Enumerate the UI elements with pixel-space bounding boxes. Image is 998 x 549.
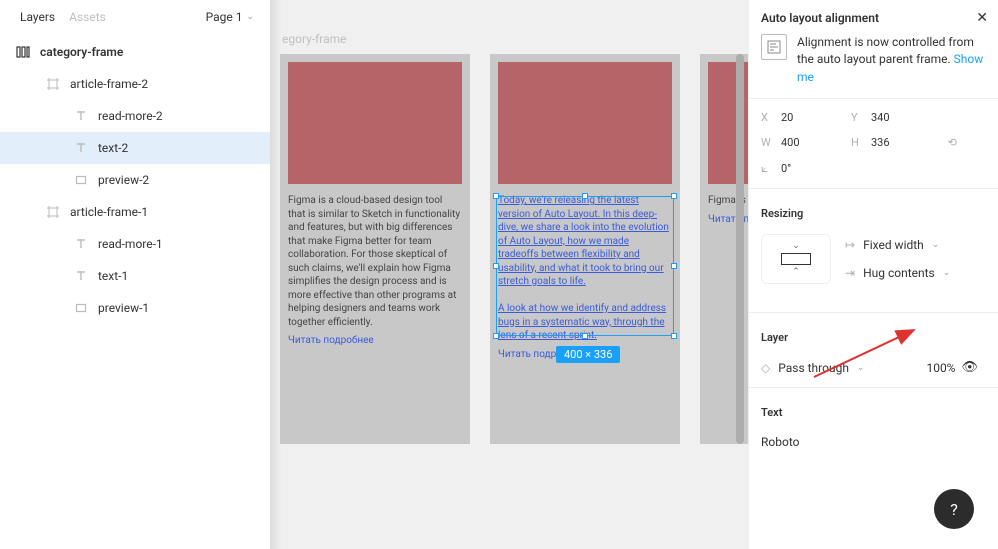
position-size-grid: X 20 Y 340 W 400 H 336 ⟲ ⟀ 0° [761,111,998,176]
eye-icon[interactable]: 👁 [961,360,978,375]
layer-item-text-1[interactable]: text-1 [0,260,270,292]
horizontal-resize-icon: ↦ [845,238,855,252]
text-1[interactable]: Figma is a cloud-based design tool that … [288,194,462,329]
layer-item-article-frame-1[interactable]: article-frame-1 [0,196,270,228]
panel-title: Auto layout alignment [761,11,879,25]
resizing-section-title: Resizing [761,207,998,220]
h-value[interactable]: 336 [871,136,941,149]
layer-item-label: preview-2 [98,173,149,187]
h-label: H [851,136,871,149]
chevron-up-icon: ⌃ [792,267,800,277]
chevron-down-icon: ⌄ [246,12,254,22]
layer-section-title: Layer [761,331,998,344]
layer-root[interactable]: category-frame [0,36,270,68]
article-frame-2[interactable]: Today, we're releasing the latest versio… [490,54,680,444]
height-mode-select[interactable]: ⇥ Hug contents ⌄ [845,266,950,280]
chevron-down-icon: ⌄ [857,363,865,373]
article-frame-1[interactable]: Figma is a cloud-based design tool that … [280,54,470,444]
rotation-value[interactable]: 0° [781,162,851,175]
layer-item-article-frame-2[interactable]: article-frame-2 [0,68,270,100]
layer-item-label: read-more-2 [98,109,163,123]
dimension-badge: 400 × 336 [556,346,620,363]
close-icon[interactable]: ✕ [976,10,988,26]
blend-mode-label: Pass through [778,361,849,375]
layout-icon [16,45,30,59]
w-label: W [761,136,781,149]
y-label: Y [851,111,871,124]
text-icon [74,269,88,283]
font-family-select[interactable]: Roboto [761,435,998,449]
canvas[interactable]: egory-frame Figma is a cloud-based desig… [270,0,748,549]
layer-item-label: article-frame-1 [70,205,148,219]
layer-item-read-more-1[interactable]: read-more-1 [0,228,270,260]
rect-icon [74,301,88,315]
preview-1[interactable] [288,62,462,184]
help-button[interactable]: ? [934,489,974,529]
text-icon [74,141,88,155]
scrollbar-thumb[interactable] [736,54,744,444]
chevron-down-icon: ⌄ [943,268,951,278]
layer-item-label: preview-1 [98,301,149,315]
layer-item-label: read-more-1 [98,237,163,251]
width-mode-label: Fixed width [863,238,924,252]
layer-item-preview-1[interactable]: preview-1 [0,292,270,324]
layer-item-label: text-1 [98,269,128,283]
w-value[interactable]: 400 [781,136,851,149]
read-more-1[interactable]: Читать подробнее [288,335,462,346]
x-label: X [761,111,781,124]
page-selector[interactable]: Page 1 ⌄ [206,10,254,24]
chevron-down-icon: ⌄ [932,240,940,250]
rect-icon [74,173,88,187]
vertical-hug-icon: ⇥ [845,266,855,280]
layer-item-preview-2[interactable]: preview-2 [0,164,270,196]
category-frame[interactable]: Figma is a cloud-based design tool that … [280,54,748,444]
text-2[interactable]: Today, we're releasing the latest versio… [498,194,672,343]
blend-icon: ◇ [761,361,770,375]
layer-root-label: category-frame [40,45,123,59]
text-icon [74,237,88,251]
opacity-value[interactable]: 100% [926,361,955,375]
layers-panel-header: Layers Assets Page 1 ⌄ [0,0,270,30]
properties-panel: Auto layout alignment ✕ Alignment is now… [748,0,998,549]
tab-assets[interactable]: Assets [69,10,106,24]
x-value[interactable]: 20 [781,111,851,124]
layer-item-read-more-2[interactable]: read-more-2 [0,100,270,132]
preview-2[interactable] [498,62,672,184]
chevron-down-icon: ⌄ [792,241,800,251]
align-info-icon [761,34,787,60]
info-banner: Alignment is now controlled from the aut… [761,34,998,86]
frame-icon [46,205,60,219]
tab-layers[interactable]: Layers [20,10,55,24]
blend-mode-select[interactable]: ◇ Pass through ⌄ [761,361,864,375]
link-dimensions-icon[interactable]: ⟲ [948,136,961,149]
layer-item-label: article-frame-2 [70,77,148,91]
layer-item-label: text-2 [98,141,128,155]
layers-panel: Layers Assets Page 1 ⌄ category-frame ar… [0,0,270,549]
page-selector-label: Page 1 [206,10,243,24]
layer-item-text-2[interactable]: text-2 [0,132,270,164]
frame-icon [46,77,60,91]
text-section-title: Text [761,406,998,419]
height-mode-label: Hug contents [863,266,935,280]
info-text: Alignment is now controlled from the aut… [797,35,974,66]
resize-widget[interactable]: ⌄ ⌃ [761,234,831,284]
width-mode-select[interactable]: ↦ Fixed width ⌄ [845,238,950,252]
canvas-frame-label[interactable]: egory-frame [282,32,347,46]
y-value[interactable]: 340 [871,111,941,124]
rotate-icon: ⟀ [761,161,781,176]
text-icon [74,109,88,123]
